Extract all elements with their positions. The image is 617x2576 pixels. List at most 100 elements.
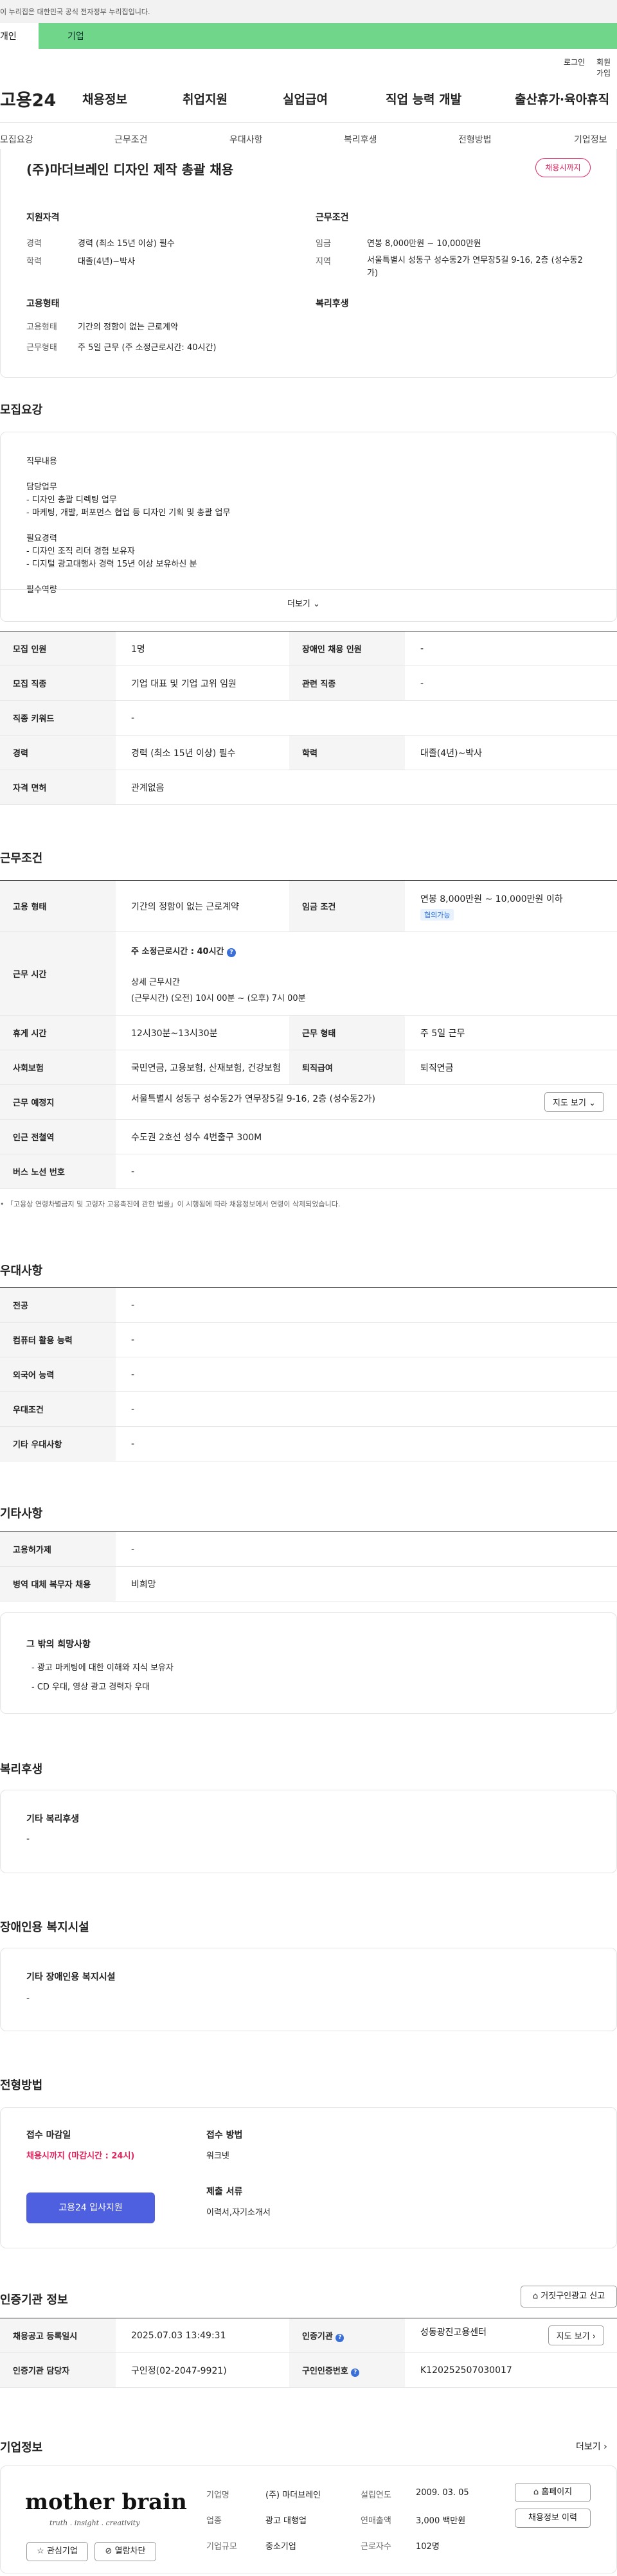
edu-value: 대졸(4년)~박사: [78, 257, 136, 267]
cell-value: 기간의 정함이 없는 근로계약: [116, 880, 289, 932]
table-row: 인근 전철역 수도권 2호선 성수 4번출구 300M: [0, 1119, 617, 1154]
table-row: 모집 인원 1명 장애인 채용 인원 -: [0, 631, 617, 666]
cert-table: 채용공고 등록일시 2025.07.03 13:49:31 인증기관 ? 성동광…: [0, 2318, 617, 2388]
cell-label: 모집 인원: [0, 631, 116, 666]
welfare-value: -: [26, 1834, 30, 1844]
worktype-label: 근무형태: [26, 343, 57, 353]
disabled-card: 기타 장애인용 복지시설 -: [0, 1948, 617, 2031]
table-row: 휴게 시간 12시30분~13시30분 근무 형태 주 5일 근무: [0, 1015, 617, 1050]
status-badge: 채용시까지: [535, 158, 591, 177]
cell-label: 관련 직종: [289, 666, 405, 701]
job-history-button[interactable]: 채용정보 이력: [515, 2509, 591, 2528]
nav-jobs[interactable]: 채용정보: [82, 90, 127, 107]
cert-number-label-cell: 구인인증번호 ?: [289, 2352, 405, 2388]
work-time-cell: 주 소정근로시간 : 40시간 ? 상세 근무시간 (근무시간) (오전) 10…: [116, 931, 617, 1016]
disabled-section-title: 장애인용 복지시설: [0, 1921, 89, 1934]
login-link[interactable]: 로그인: [564, 57, 585, 67]
nav-vocational-training[interactable]: 직업 능력 개발: [386, 90, 461, 107]
cell-label: 학력: [289, 735, 405, 770]
cell-label: 외국어 능력: [0, 1357, 116, 1392]
cell-label: 채용공고 등록일시: [0, 2318, 116, 2353]
cell-value: -: [405, 666, 617, 701]
info-icon[interactable]: ?: [351, 2368, 360, 2377]
tab-company[interactable]: 기업: [67, 30, 84, 42]
emp-title: 고용형태: [26, 299, 60, 309]
cell-label: 인증기관 담당자: [0, 2352, 116, 2388]
age-note: • 「고용상 연령차별금지 및 고령자 고용촉진에 관한 법률」이 시행됨에 따…: [0, 1200, 341, 1208]
table-row: 사회보험 국민연금, 고용보험, 산재보험, 건강보험 퇴직급여 퇴직연금: [0, 1050, 617, 1085]
job-title: (주)마더브레인 디자인 제작 총괄 채용: [26, 162, 234, 177]
info-icon[interactable]: ?: [227, 948, 237, 957]
region-label: 지역: [316, 257, 331, 267]
cell-value: 비희망: [116, 1566, 617, 1601]
welfare-card: 기타 복리후생 -: [0, 1790, 617, 1873]
report-fake-ad-button[interactable]: ⌂ 거짓구인광고 신고: [521, 2286, 617, 2307]
welfare-sub: 기타 복리후생: [26, 1814, 80, 1824]
subnav-welfare[interactable]: 복리후생: [344, 133, 377, 146]
cell-value: 수도권 2호선 성수 4번출구 300M: [116, 1119, 617, 1154]
industry-label: 업종: [206, 2516, 222, 2526]
industry-value: 광고 대행업: [265, 2516, 307, 2526]
more-button[interactable]: 더보기 ⌄: [287, 597, 320, 609]
cell-value: 대졸(4년)~박사: [405, 735, 617, 770]
nav-employment-support[interactable]: 취업지원: [183, 90, 228, 107]
table-row: 직종 키워드 -: [0, 700, 617, 736]
cell-label: 모집 직종: [0, 666, 116, 701]
subnav-company[interactable]: 기업정보: [574, 133, 607, 146]
block-view-button[interactable]: ⊘ 열람차단: [94, 2542, 156, 2561]
cell-label: 퇴직급여: [289, 1050, 405, 1085]
cell-value: 구인정(02-2047-9921): [116, 2352, 289, 2388]
weekly-hours: 주 소정근로시간 : 40시간 ?: [131, 944, 617, 957]
cell-value: 주 5일 근무: [405, 1015, 617, 1050]
edu-label: 학력: [26, 257, 42, 267]
map-button[interactable]: 지도 보기 ⌄: [544, 1092, 604, 1112]
info-icon[interactable]: ?: [335, 2333, 344, 2342]
welfare-section-title: 복리후생: [0, 1763, 43, 1776]
nav-parental-leave[interactable]: 출산휴가·육아휴직: [515, 90, 609, 107]
nav-unemployment-benefits[interactable]: 실업급여: [283, 90, 328, 107]
method-value: 워크넷: [206, 2151, 229, 2161]
cell-value: 퇴직연금: [405, 1050, 617, 1085]
chevron-right-icon: ›: [592, 2332, 596, 2342]
cell-label: 사회보험: [0, 1050, 116, 1085]
weekly-hours-text: 주 소정근로시간 : 40시간: [131, 946, 224, 957]
job-description-line: - 디자인 총괄 디렉팅 업무: [26, 495, 117, 505]
company-logo-tagline: truth . insight . creativity: [49, 2519, 140, 2527]
deadline-label: 접수 마감일: [26, 2130, 71, 2140]
table-row: 외국어 능력 -: [0, 1357, 617, 1392]
subnav-recruit[interactable]: 모집요강: [0, 133, 33, 146]
cell-value: -: [116, 1357, 617, 1392]
cell-label: 근무 예정지: [0, 1084, 116, 1120]
cert-section-title: 인증기관 정보: [0, 2293, 68, 2307]
cell-value: -: [116, 700, 617, 736]
subnav-work[interactable]: 근무조건: [114, 133, 148, 146]
table-row: 우대조건 -: [0, 1391, 617, 1427]
table-row: 전공 -: [0, 1287, 617, 1323]
worktype-value: 주 5일 근무 (주 소정근로시간: 40시간): [78, 343, 217, 353]
apply-button[interactable]: 고용24 입사지원: [26, 2192, 155, 2223]
wage-value: 연봉 8,000만원 ~ 10,000만원 이하: [420, 894, 563, 904]
detail-hours-value: (근무시간) (오전) 10시 00분 ~ (오후) 7시 00분: [131, 993, 306, 1003]
cert-map-button[interactable]: 지도 보기 ›: [548, 2325, 604, 2345]
employees-label: 근로자수: [361, 2542, 391, 2552]
emp-value: 기간의 정함이 없는 근로계약: [78, 322, 178, 332]
job-description-card: 직무내용 담당업무 - 디자인 총괄 디렉팅 업무 - 마케팅, 개발, 퍼포먼스 협…: [0, 432, 617, 622]
cell-value: -: [405, 631, 617, 666]
tab-personal[interactable]: 개인: [0, 23, 39, 49]
company-more-link[interactable]: 더보기 ›: [576, 2440, 607, 2453]
etc-table: 고용허가제 - 병역 대체 복무자 채용 비희망: [0, 1531, 617, 1601]
job-description-line: 직무내용: [26, 457, 57, 466]
site-logo[interactable]: 고용24: [0, 86, 56, 111]
job-description-line: - 마케팅, 개발, 퍼포먼스 협업 등 디자인 기획 및 총괄 업무: [26, 508, 231, 518]
cert-org-label-cell: 인증기관 ?: [289, 2318, 405, 2353]
homepage-button[interactable]: ⌂ 홈페이지: [515, 2483, 591, 2502]
cell-label: 경력: [0, 735, 116, 770]
star-icon: ☆: [37, 2546, 44, 2556]
gov-banner: 이 누리집은 대한민국 공식 전자정부 누리집입니다.: [0, 0, 617, 23]
favorite-company-button[interactable]: ☆ 관심기업: [26, 2542, 88, 2561]
subnav-selection[interactable]: 전형방법: [458, 133, 492, 146]
table-row: 자격 면허 관계없음: [0, 770, 617, 805]
cell-label: 고용 형태: [0, 880, 116, 932]
signup-link[interactable]: 회원가입: [596, 57, 617, 78]
subnav-pref[interactable]: 우대사항: [229, 133, 263, 146]
